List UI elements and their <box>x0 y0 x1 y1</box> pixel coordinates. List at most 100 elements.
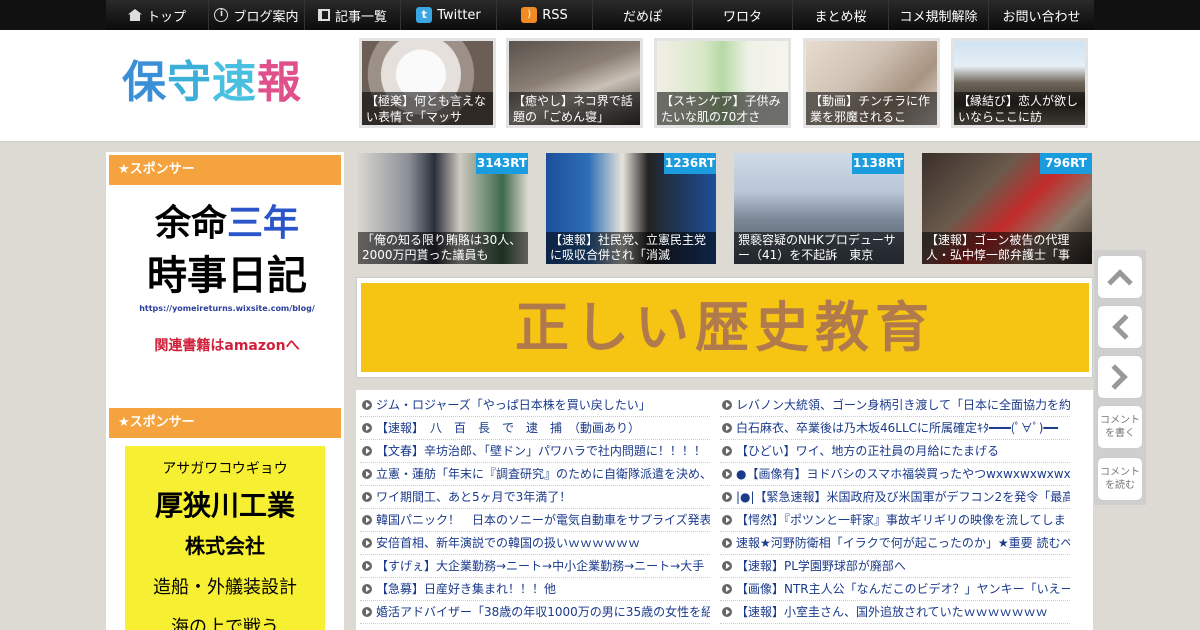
nav-item-rss[interactable]: ) RSS <box>496 0 592 30</box>
article-link[interactable]: |●|【緊急速報】米国政府及び米国軍がデフコン2を発令「最高度 <box>720 486 1070 509</box>
nav-item-warota[interactable]: ワロタ <box>692 0 792 30</box>
thumb-caption: 【縁結び】恋人が欲しいならここに訪 <box>954 92 1085 125</box>
retweet-count-badge: 796RT <box>1040 153 1092 174</box>
nav-item-article-list[interactable]: 記事一覧 <box>304 0 400 30</box>
article-link[interactable]: ワイ期間工、あと5ヶ月で3年満了！ <box>360 486 710 509</box>
article-link[interactable]: 【愕然】『ポツンと一軒家』事故ギリギリの映像を流してしま <box>720 509 1070 532</box>
info-icon: i <box>214 8 229 22</box>
logo-char: 守 <box>167 57 212 108</box>
nav-item-blog-guide[interactable]: i ブログ案内 <box>208 0 304 30</box>
article-list-right-column: レバノン大統領、ゴーン身柄引き渡して「日本に全面協力を約 白石麻衣、卒業後は乃木坂… <box>720 394 1070 624</box>
nav-item-contact[interactable]: お問い合わせ <box>988 0 1094 30</box>
ad-amazon-link[interactable]: 関連書籍はamazonへ <box>124 335 330 355</box>
nav-item-damepo[interactable]: だめぽ <box>592 0 692 30</box>
ad-text: 三年 <box>227 203 300 244</box>
nav-label: コメ規制解除 <box>899 9 978 25</box>
article-link[interactable]: レバノン大統領、ゴーン身柄引き渡して「日本に全面協力を約 <box>720 394 1070 417</box>
article-link[interactable]: ジム・ロジャーズ「やっぱ日本株を買い戻したい」 <box>360 394 710 417</box>
nav-label: 記事一覧 <box>334 9 387 25</box>
article-link[interactable]: ●【画像有】ヨドバシのスマホ福袋買ったやつwxwxwxwxwxw <box>720 463 1070 486</box>
header-thumb[interactable]: 【縁結び】恋人が欲しいならここに訪 <box>951 38 1088 128</box>
retweet-count-badge: 1138RT <box>852 153 904 174</box>
nav-label: だめぽ <box>622 9 662 25</box>
ad-url: https://yomeireturns.wixsite.com/blog/ <box>139 304 315 313</box>
article-link[interactable]: 立憲・蓮舫「年末に『調査研究』のために自衛隊派遣を決め、 <box>360 463 710 486</box>
previous-article-button[interactable] <box>1097 305 1143 349</box>
ad-kana: アサガワコウギョウ <box>162 461 288 477</box>
ad-more: 海の上で戦う <box>171 617 279 630</box>
scroll-top-button[interactable] <box>1097 255 1143 299</box>
rss-icon: ) <box>521 7 538 23</box>
ad-title-line2: 時事日記 <box>147 253 307 299</box>
card-caption: 【速報】ゴーン被告の代理人・弘中惇一郎弁護士「事 <box>922 232 1092 264</box>
sponsor-ad-yomei[interactable]: 余命三年 時事日記 https://yomeireturns.wixsite.c… <box>124 194 330 384</box>
article-list: ジム・ロジャーズ「やっぱ日本株を買い戻したい」 【速報】 八 百 長 で 逮 捕 … <box>356 390 1093 630</box>
thumb-caption: 【癒やし】ネコ界で話題の「ごめん寝」 <box>509 92 640 125</box>
nav-label: Twitter <box>437 7 481 23</box>
article-link[interactable]: 【ひどい】ワイ、地方の正社員の月給にたまげる <box>720 440 1070 463</box>
chevron-left-icon <box>1112 314 1138 340</box>
ad-desc: 造船・外艤装設計 <box>153 577 297 598</box>
article-link[interactable]: 【速報】 八 百 長 で 逮 捕 （動画あり） <box>360 417 710 440</box>
top-navigation-bar: トップ i ブログ案内 記事一覧 t Twitter ) RSS だめぽ ワロタ まと… <box>0 0 1200 30</box>
sidebar: ★スポンサー 余命三年 時事日記 https://yomeireturns.wi… <box>106 152 344 630</box>
read-comments-button[interactable]: コメントを読む <box>1097 457 1143 501</box>
header-thumb[interactable]: 【スキンケア】子供みたいな肌の70才さ <box>654 38 791 128</box>
featured-card[interactable]: 1236RT 【速報】社民党、立憲民主党に吸収合併され「消滅 <box>546 153 716 264</box>
nav-label: まとめ桜 <box>814 9 867 25</box>
site-header: 保守速報 【極楽】何とも言えない表情で「マッサ 【癒やし】ネコ界で話題の「ごめん… <box>0 30 1200 142</box>
article-list-left-column: ジム・ロジャーズ「やっぱ日本株を買い戻したい」 【速報】 八 百 長 で 逮 捕 … <box>360 394 710 624</box>
nav-item-matome-sakura[interactable]: まとめ桜 <box>792 0 888 30</box>
twitter-icon: t <box>416 7 433 23</box>
nav-label: RSS <box>542 7 568 23</box>
floating-side-nav: コメントを書く コメントを読む <box>1094 250 1146 505</box>
article-link[interactable]: 【速報】PL学園野球部が廃部へ <box>720 555 1070 578</box>
logo-char: 速 <box>212 57 257 108</box>
article-link[interactable]: 【すげぇ】大企業勤務→ニート→中小企業勤務→ニート→大手 <box>360 555 710 578</box>
card-caption: 【速報】社民党、立憲民主党に吸収合併され「消滅 <box>546 232 716 264</box>
ad-text: 余命 <box>154 203 227 244</box>
article-link[interactable]: 韓国パニック！ 日本のソニーが電気自動車をサプライズ発表 <box>360 509 710 532</box>
chevron-up-icon <box>1107 269 1133 295</box>
nav-item-twitter[interactable]: t Twitter <box>400 0 496 30</box>
header-thumb[interactable]: 【極楽】何とも言えない表情で「マッサ <box>359 38 496 128</box>
header-thumb[interactable]: 【動画】チンチラに作業を邪魔されるこ <box>803 38 940 128</box>
ad-corp: 株式会社 <box>185 534 265 558</box>
article-link[interactable]: 【急募】日産好き集まれ！！！他 <box>360 578 710 601</box>
nav-label: お問い合わせ <box>1002 9 1081 25</box>
card-caption: 猥褻容疑のNHKプロデューサー（41）を不起訴 東京 <box>734 232 904 264</box>
sponsor-ad-asagawa[interactable]: アサガワコウギョウ 厚狭川工業 株式会社 造船・外艤装設計 海の上で戦う <box>125 446 325 630</box>
site-logo[interactable]: 保守速報 <box>122 57 302 109</box>
banner-text: 正しい歴史教育 <box>361 283 1089 372</box>
thumb-caption: 【動画】チンチラに作業を邪魔されるこ <box>806 92 937 125</box>
article-link[interactable]: 速報★河野防衛相「イラクで何が起こったのか」★重要 読むべ <box>720 532 1070 555</box>
featured-card[interactable]: 1138RT 猥褻容疑のNHKプロデューサー（41）を不起訴 東京 <box>734 153 904 264</box>
card-caption: 「俺の知る限り賄賂は30人、2000万円貰った議員も <box>358 232 528 264</box>
article-link[interactable]: 【速報】小室圭さん、国外追放されていたｗｗｗｗｗｗｗ <box>720 601 1070 624</box>
ad-company-name: 厚狭川工業 <box>154 489 295 522</box>
thumb-caption: 【極楽】何とも言えない表情で「マッサ <box>362 92 493 125</box>
retweet-count-badge: 1236RT <box>664 153 716 174</box>
history-education-banner[interactable]: 正しい歴史教育 <box>356 277 1093 378</box>
article-link[interactable]: 安倍首相、新年演説での韓国の扱いｗｗｗｗｗｗ <box>360 532 710 555</box>
featured-card[interactable]: 3143RT 「俺の知る限り賄賂は30人、2000万円貰った議員も <box>358 153 528 264</box>
home-icon <box>127 9 142 21</box>
featured-card[interactable]: 796RT 【速報】ゴーン被告の代理人・弘中惇一郎弁護士「事 <box>922 153 1092 264</box>
header-thumb[interactable]: 【癒やし】ネコ界で話題の「ごめん寝」 <box>506 38 643 128</box>
write-comment-label: コメントを書く <box>1100 415 1140 439</box>
ad-title-line1: 余命三年 <box>124 198 330 250</box>
sponsor-heading: ★スポンサー <box>109 408 341 438</box>
article-link[interactable]: 婚活アドバイザー「38歳の年収1000万の男に35歳の女性を紹介 <box>360 601 710 624</box>
article-link[interactable]: 【文春】辛坊治郎、「壁ドン」パワハラで社内問題に！！！！ <box>360 440 710 463</box>
article-link[interactable]: 白石麻衣、卒業後は乃木坂46LLCに所属確定ｷﾀ━━━(ﾟ∀ﾟ)━━ <box>720 417 1070 440</box>
nav-item-comment-unblock[interactable]: コメ規制解除 <box>888 0 988 30</box>
logo-char: 報 <box>257 57 302 108</box>
list-icon <box>317 9 330 21</box>
retweet-count-badge: 3143RT <box>476 153 528 174</box>
next-article-button[interactable] <box>1097 355 1143 399</box>
article-link[interactable]: 【画像】NTR主人公「なんだこのビデオ？」ヤンキー「いえー <box>720 578 1070 601</box>
write-comment-button[interactable]: コメントを書く <box>1097 405 1143 449</box>
nav-item-top[interactable]: トップ <box>106 0 208 30</box>
logo-char: 保 <box>122 57 167 108</box>
read-comments-label: コメントを読む <box>1100 467 1140 491</box>
